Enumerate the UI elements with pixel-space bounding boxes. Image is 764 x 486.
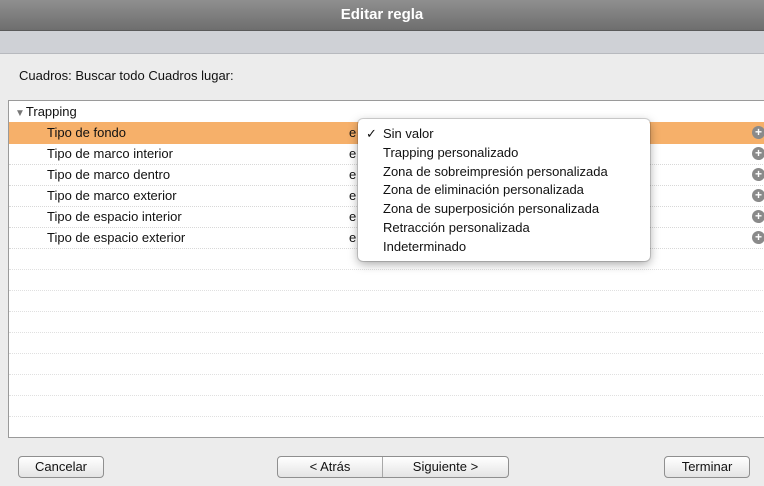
divider — [9, 269, 764, 270]
rule-description: Cuadros: Buscar todo Cuadros lugar: — [19, 68, 234, 83]
menu-item-label: Indeterminado — [383, 238, 467, 254]
add-icon[interactable]: + — [752, 147, 764, 160]
row-value[interactable]: e — [349, 227, 356, 248]
divider — [9, 332, 764, 333]
menu-item-retraccion[interactable]: Retracción personalizada — [358, 219, 650, 238]
menu-item-zona-superposicion[interactable]: Zona de superposición personalizada — [358, 200, 650, 219]
add-icon[interactable]: + — [752, 231, 764, 244]
menu-item-trapping-personalizado[interactable]: Trapping personalizado — [358, 144, 650, 163]
divider — [9, 311, 764, 312]
group-label: Trapping — [25, 104, 77, 119]
cancel-button[interactable]: Cancelar — [18, 456, 104, 478]
divider — [9, 374, 764, 375]
row-label: Tipo de espacio exterior — [47, 230, 186, 245]
navigation-button-group: < Atrás Siguiente > — [277, 456, 509, 478]
row-value[interactable]: e — [349, 164, 356, 185]
row-value[interactable]: e — [349, 185, 356, 206]
menu-item-label: Trapping personalizado — [383, 144, 519, 160]
add-icon[interactable]: + — [752, 189, 764, 202]
add-icon[interactable]: + — [752, 126, 764, 139]
divider — [9, 290, 764, 291]
menu-item-label: Zona de sobreimpresión personalizada — [383, 163, 608, 179]
toolbar-strip — [0, 31, 764, 54]
window-title: Editar regla — [0, 0, 764, 31]
add-icon[interactable]: + — [752, 210, 764, 223]
disclosure-triangle-icon[interactable]: ▼ — [15, 108, 25, 119]
row-value[interactable]: e — [349, 143, 356, 164]
group-trapping[interactable]: ▼Trapping — [9, 103, 77, 121]
menu-item-label: Zona de eliminación personalizada — [383, 182, 584, 198]
row-label: Tipo de marco dentro — [47, 167, 171, 182]
next-button[interactable]: Siguiente > — [383, 457, 508, 477]
row-label: Tipo de fondo — [47, 125, 127, 140]
menu-item-label: Retracción personalizada — [383, 219, 530, 235]
row-label: Tipo de marco interior — [47, 146, 173, 161]
menu-item-zona-eliminacion[interactable]: Zona de eliminación personalizada — [358, 181, 650, 200]
row-label: Tipo de marco exterior — [47, 188, 177, 203]
menu-item-label: Sin valor — [383, 126, 434, 141]
add-icon[interactable]: + — [752, 168, 764, 181]
finish-button[interactable]: Terminar — [664, 456, 750, 478]
divider — [9, 395, 764, 396]
back-button[interactable]: < Atrás — [278, 457, 383, 477]
menu-item-sin-valor[interactable]: ✓ Sin valor — [358, 125, 650, 144]
divider — [9, 353, 764, 354]
divider — [9, 416, 764, 417]
row-label: Tipo de espacio interior — [47, 209, 182, 224]
menu-item-zona-sobreimpresion[interactable]: Zona de sobreimpresión personalizada — [358, 163, 650, 182]
value-popup-menu[interactable]: ✓ Sin valor Trapping personalizado Zona … — [358, 119, 650, 261]
row-value[interactable]: e — [349, 122, 356, 143]
checkmark-icon: ✓ — [366, 126, 377, 141]
menu-item-label: Zona de superposición personalizada — [383, 201, 600, 217]
row-value[interactable]: e — [349, 206, 356, 227]
menu-item-indeterminado[interactable]: Indeterminado — [358, 238, 650, 257]
